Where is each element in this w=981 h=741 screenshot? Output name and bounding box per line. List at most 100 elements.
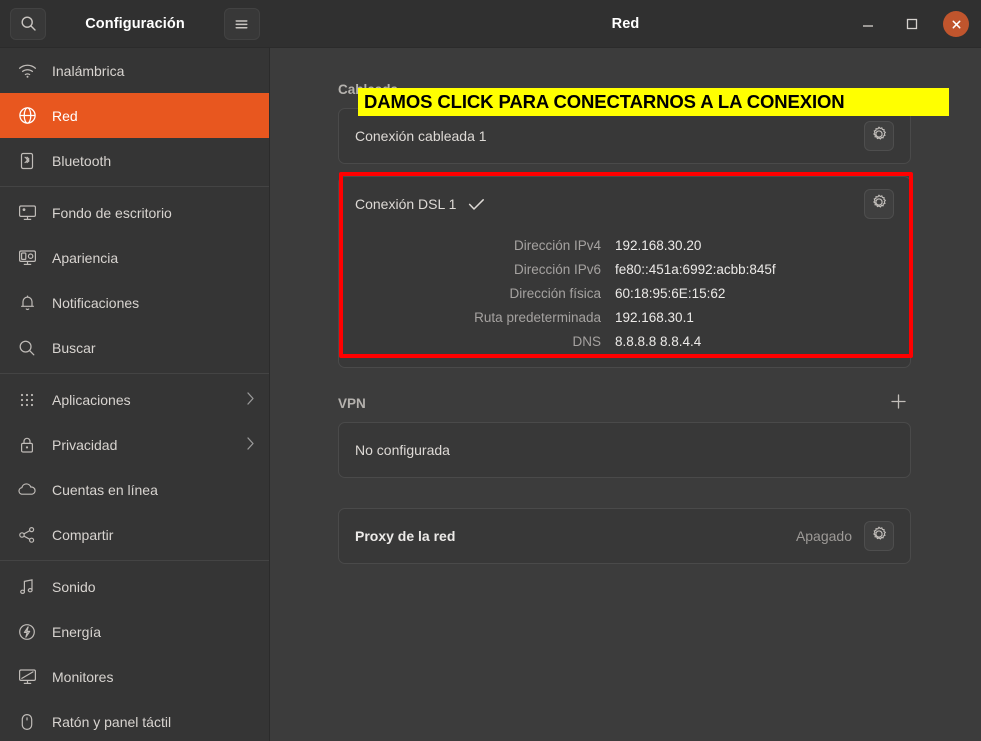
display-icon [16,666,38,688]
apps-grid-icon [16,389,38,411]
sidebar-item-energia[interactable]: Energía [0,609,269,654]
dsl-settings-button[interactable] [864,189,894,219]
sidebar-item-apariencia[interactable]: Apariencia [0,235,269,280]
maximize-button[interactable] [899,11,925,37]
gear-icon [871,126,887,147]
checkmark-icon [468,198,485,211]
sidebar-divider [0,373,269,374]
detail-key: Dirección física [355,286,615,301]
wired-settings-button[interactable] [864,121,894,151]
page-title: Red [612,16,640,32]
chevron-right-icon [246,391,255,409]
dsl-connection-name: Conexión DSL 1 [355,196,456,212]
window-controls [855,0,969,48]
detail-row: Ruta predeterminada 192.168.30.1 [355,305,894,329]
chevron-right-icon [246,436,255,454]
wired-connection-card: Conexión cableada 1 [338,108,911,164]
detail-value: 192.168.30.1 [615,310,694,325]
power-icon [16,621,38,643]
sidebar-item-inalambrica[interactable]: Inalámbrica [0,48,269,93]
dsl-connection-details: Dirección IPv4 192.168.30.20 Dirección I… [339,231,910,367]
detail-row: Dirección IPv4 192.168.30.20 [355,233,894,257]
wired-connection-row[interactable]: Conexión cableada 1 [339,109,910,163]
hamburger-menu-icon [233,17,250,31]
detail-value: 60:18:95:6E:15:62 [615,286,725,301]
mouse-icon [16,711,38,733]
minimize-button[interactable] [855,11,881,37]
app-title: Configuración [85,16,185,32]
sidebar-item-notificaciones[interactable]: Notificaciones [0,280,269,325]
titlebar-main-area: Red [270,0,981,48]
music-note-icon [16,576,38,598]
sidebar-item-label: Fondo de escritorio [52,205,255,221]
vpn-status: No configurada [355,442,450,458]
detail-value: fe80::451a:6992:acbb:845f [615,262,776,277]
dsl-connection-row[interactable]: Conexión DSL 1 [339,177,910,231]
add-vpn-button[interactable] [885,390,911,416]
main-content: Cableada Conexión cableada 1 [270,48,981,741]
search-button[interactable] [10,8,46,40]
sidebar-item-raton-y-panel-tactil[interactable]: Ratón y panel táctil [0,699,269,741]
sidebar-divider [0,186,269,187]
lock-icon [16,434,38,456]
sidebar-item-label: Notificaciones [52,295,255,311]
sidebar-item-bluetooth[interactable]: Bluetooth [0,138,269,183]
appearance-icon [16,247,38,269]
detail-key: Dirección IPv4 [355,238,615,253]
detail-key: Dirección IPv6 [355,262,615,277]
sidebar-item-fondo-de-escritorio[interactable]: Fondo de escritorio [0,190,269,235]
titlebar-sidebar-area: Configuración [0,0,270,48]
vpn-section-header: VPN [338,390,911,416]
sidebar-item-label: Buscar [52,340,255,356]
sidebar-item-label: Sonido [52,579,255,595]
sidebar-item-compartir[interactable]: Compartir [0,512,269,557]
sidebar-divider [0,560,269,561]
detail-value: 192.168.30.20 [615,238,701,253]
proxy-row[interactable]: Proxy de la red Apagado [339,509,910,563]
window-body: Inalámbrica Red [0,48,981,741]
sidebar-item-aplicaciones[interactable]: Aplicaciones [0,377,269,422]
wifi-icon [16,60,38,82]
network-icon [16,105,38,127]
search-icon [20,15,37,32]
sidebar-item-buscar[interactable]: Buscar [0,325,269,370]
sidebar-item-label: Bluetooth [52,153,255,169]
proxy-settings-button[interactable] [864,521,894,551]
sidebar-item-label: Monitores [52,669,255,685]
detail-key: Ruta predeterminada [355,310,615,325]
settings-window: Configuración Red [0,0,981,741]
sidebar-item-label: Inalámbrica [52,63,255,79]
bluetooth-icon [16,150,38,172]
dsl-connection-card: Conexión DSL 1 [338,176,911,368]
detail-row: Dirección IPv6 fe80::451a:6992:acbb:845f [355,257,894,281]
sidebar-item-privacidad[interactable]: Privacidad [0,422,269,467]
sidebar-item-monitores[interactable]: Monitores [0,654,269,699]
bell-icon [16,292,38,314]
sidebar-item-label: Cuentas en línea [52,482,255,498]
proxy-label: Proxy de la red [355,528,455,544]
detail-row: DNS 8.8.8.8 8.8.4.4 [355,329,894,353]
plus-icon [890,393,907,413]
menu-button[interactable] [224,8,260,40]
detail-value: 8.8.8.8 8.8.4.4 [615,334,701,349]
sidebar-item-label: Red [52,108,255,124]
close-button[interactable] [943,11,969,37]
vpn-status-row: No configurada [339,423,910,477]
sidebar: Inalámbrica Red [0,48,270,741]
sidebar-item-red[interactable]: Red [0,93,269,138]
annotation-highlight-banner: DAMOS CLICK PARA CONECTARNOS A LA CONEXI… [358,88,949,116]
proxy-status: Apagado [796,528,852,544]
share-icon [16,524,38,546]
sidebar-item-sonido[interactable]: Sonido [0,564,269,609]
titlebar: Configuración Red [0,0,981,48]
sidebar-item-label: Compartir [52,527,255,543]
sidebar-item-cuentas-en-linea[interactable]: Cuentas en línea [0,467,269,512]
detail-key: DNS [355,334,615,349]
sidebar-item-label: Energía [52,624,255,640]
vpn-card: No configurada [338,422,911,478]
sidebar-item-label: Aplicaciones [52,392,232,408]
wired-connection-name: Conexión cableada 1 [355,128,487,144]
search-icon [16,337,38,359]
detail-row: Dirección física 60:18:95:6E:15:62 [355,281,894,305]
proxy-card: Proxy de la red Apagado [338,508,911,564]
